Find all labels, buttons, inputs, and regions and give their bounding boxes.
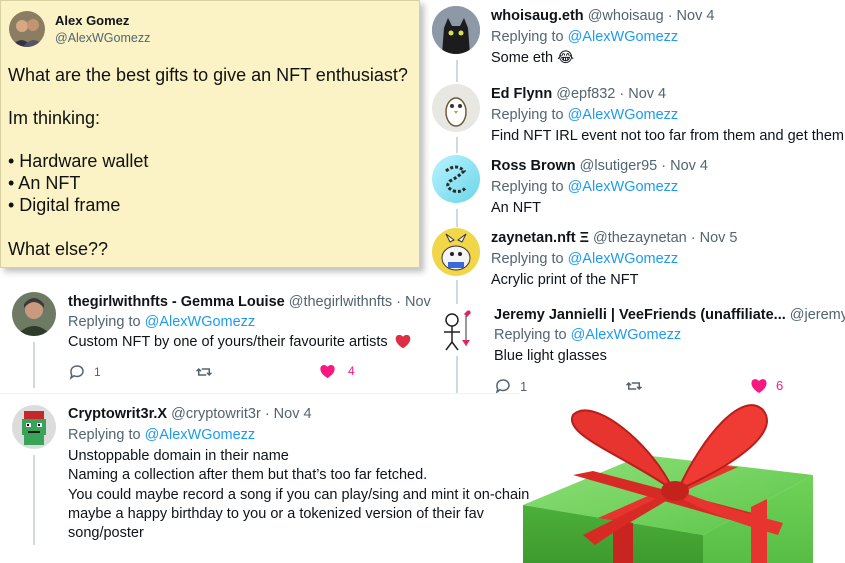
replying-to-label: Replying to: [491, 29, 564, 45]
reply-text-line: Unstoppable domain in their name: [68, 448, 289, 464]
reply-author-name[interactable]: thegirlwithnfts - Gemma Louise: [68, 294, 285, 310]
avatar[interactable]: [12, 405, 56, 449]
reply-date[interactable]: · Nov 4: [265, 406, 312, 422]
heart-icon: [751, 379, 767, 393]
replying-to-link[interactable]: @AlexWGomezz: [568, 107, 679, 123]
reply-count: 1: [94, 365, 101, 379]
reply-text-line: song/poster: [68, 525, 144, 541]
thread-line: [456, 60, 458, 82]
reply-text: Find NFT IRL event not too far from them…: [491, 128, 844, 144]
reply-text-line: You could maybe record a song if you can…: [68, 487, 530, 503]
reply-text: An NFT: [491, 200, 541, 216]
gift-image: [523, 404, 813, 563]
replying-to-link[interactable]: @AlexWGomezz: [568, 251, 679, 267]
reply-text: Custom NFT by one of yours/their favouri…: [68, 334, 388, 350]
thread-line: [456, 356, 458, 394]
reply-date[interactable]: · Nov: [396, 294, 431, 310]
avatar[interactable]: [432, 228, 480, 276]
replying-to-link[interactable]: @AlexWGomezz: [568, 29, 679, 45]
divider: [0, 393, 520, 394]
reply-count: 1: [520, 378, 528, 394]
reply-icon: [69, 365, 84, 380]
reply-date[interactable]: · Nov 4: [661, 158, 708, 174]
replying-to-link[interactable]: @AlexWGomezz: [145, 314, 256, 330]
reply-text: Blue light glasses: [494, 348, 607, 364]
replying-to-label: Replying to: [68, 427, 141, 443]
avatar[interactable]: [432, 306, 480, 354]
reply-author-handle[interactable]: @epf832: [556, 86, 615, 102]
thread-line: [33, 342, 35, 388]
thread-line: [33, 455, 35, 545]
thread-line: [456, 280, 458, 304]
replying-to-link[interactable]: @AlexWGomezz: [571, 327, 682, 343]
reply-author-handle[interactable]: @whoisaug: [588, 8, 664, 24]
replying-to-link[interactable]: @AlexWGomezz: [145, 427, 256, 443]
reply-author-handle[interactable]: @thegirlwithnfts: [289, 294, 392, 310]
reply-author-name[interactable]: Ross Brown: [491, 158, 576, 174]
replying-to-link[interactable]: @AlexWGomezz: [568, 179, 679, 195]
avatar[interactable]: [432, 84, 480, 132]
tweet-text-line: What else??: [8, 239, 109, 259]
reply-author-handle[interactable]: @cryptowrit3r: [171, 406, 261, 422]
like-button[interactable]: 6: [750, 377, 783, 394]
author-name[interactable]: Alex Gomez: [55, 13, 129, 28]
reply-author-name[interactable]: zaynetan.nft Ξ: [491, 230, 589, 246]
red-heart-emoji: [395, 334, 411, 349]
reply-date[interactable]: · Nov 4: [668, 8, 715, 24]
main-tweet-card: Alex Gomez @AlexWGomezz What are the bes…: [0, 0, 420, 268]
replying-to-label: Replying to: [494, 327, 567, 343]
like-count: 6: [776, 378, 784, 393]
reply-text: Acrylic print of the NFT: [491, 272, 639, 288]
retweet-button[interactable]: [194, 363, 214, 381]
replying-to-label: Replying to: [491, 179, 564, 195]
avatar[interactable]: [12, 292, 56, 336]
replying-to-label: Replying to: [491, 107, 564, 123]
avatar[interactable]: [9, 11, 45, 47]
retweet-icon: [625, 381, 643, 391]
retweet-button[interactable]: [624, 377, 644, 395]
heart-icon: [320, 364, 335, 379]
reply-text: Some eth 😂: [491, 50, 575, 66]
reply-author-name[interactable]: Cryptowrit3r.X: [68, 406, 167, 422]
reply-text-line: maybe a happy birthday to you or a token…: [68, 506, 484, 522]
thread-line: [456, 137, 458, 153]
reply-author-name[interactable]: whoisaug.eth: [491, 8, 584, 24]
tweet-text-line: What are the best gifts to give an NFT e…: [8, 65, 408, 85]
reply-author-handle[interactable]: @jeremykr: [790, 307, 845, 323]
replying-to-label: Replying to: [491, 251, 564, 267]
retweet-icon: [195, 367, 213, 377]
thread-line: [456, 209, 458, 227]
tweet-text-line: • An NFT: [8, 173, 81, 193]
reply-author-handle[interactable]: @lsutiger95: [580, 158, 658, 174]
replying-to-label: Replying to: [68, 314, 141, 330]
tweet-text-line: • Hardware wallet: [8, 151, 149, 171]
reply-author-name[interactable]: Jeremy Jannielli | VeeFriends (unaffilia…: [494, 307, 786, 323]
author-handle[interactable]: @AlexWGomezz: [55, 31, 150, 45]
reply-text-line: Naming a collection after them but that’…: [68, 467, 428, 483]
reply-date[interactable]: · Nov 4: [619, 86, 666, 102]
reply-button[interactable]: 1: [68, 363, 101, 381]
like-button[interactable]: 4: [319, 363, 355, 379]
avatar[interactable]: [432, 6, 480, 54]
reply-author-handle[interactable]: @thezaynetan: [593, 230, 687, 246]
reply-author-name[interactable]: Ed Flynn: [491, 86, 552, 102]
avatar[interactable]: [432, 155, 480, 203]
like-count: 4: [348, 364, 355, 378]
reply-date[interactable]: · Nov 5: [691, 230, 738, 246]
tweet-text-line: • Digital frame: [8, 195, 121, 215]
tweet-text-line: Im thinking:: [8, 108, 101, 128]
